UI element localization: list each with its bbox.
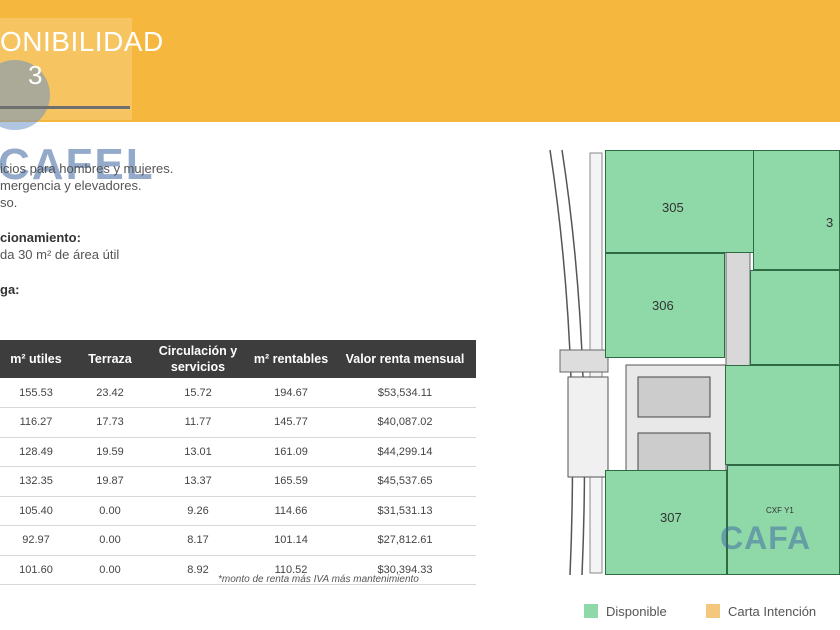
table-cell: 194.67 <box>248 378 334 408</box>
table-row: 92.97 0.00 8.17 101.14 $27,812.61 <box>0 525 476 556</box>
parking-title: cionamiento: <box>0 230 81 245</box>
legend-letter-label: Carta Intención <box>728 604 817 619</box>
stair-core <box>567 376 609 478</box>
unit-east-mid <box>750 270 840 365</box>
legend-letter-swatch <box>706 604 720 618</box>
restroom-men <box>637 376 711 418</box>
cxf-label: CXF Y1 <box>766 506 794 515</box>
table-row: 128.49 19.59 13.01 161.09 $44,299.14 <box>0 437 476 467</box>
table-cell: 0.00 <box>72 525 148 556</box>
feature-line-2: mergencia y elevadores. <box>0 178 142 193</box>
table-cell: 11.77 <box>148 407 248 438</box>
logo-number: 3 <box>28 60 43 90</box>
unit-306-label: 306 <box>652 298 674 313</box>
table-cell: 92.97 <box>0 525 72 556</box>
header-terrace: Terraza <box>72 340 148 378</box>
table-cell: 15.72 <box>148 378 248 408</box>
table-row: 116.27 17.73 11.77 145.77 $40,087.02 <box>0 407 476 438</box>
legend-available: Disponible <box>584 604 667 619</box>
table-cell: 101.60 <box>0 555 72 585</box>
legend-letter-intent: Carta Intención <box>706 604 816 619</box>
table-cell: 114.66 <box>248 496 334 526</box>
table-cell: 116.27 <box>0 407 72 438</box>
header-monthly-rent: Valor renta mensual <box>334 340 476 378</box>
table-cell: 155.53 <box>0 378 72 408</box>
unit-304 <box>753 150 840 270</box>
feature-line-1: icios para hombres y mujeres. <box>0 161 174 176</box>
table-footnote: *monto de renta más IVA más mantenimient… <box>218 574 419 585</box>
table-cell: 101.14 <box>248 525 334 556</box>
unit-east-low <box>725 365 840 465</box>
header-rentable-area: m² rentables <box>248 340 334 378</box>
table-cell: $53,534.11 <box>334 378 476 408</box>
table-row: 132.35 19.87 13.37 165.59 $45,537.65 <box>0 466 476 497</box>
table-cell: $31,531.13 <box>334 496 476 526</box>
table-cell: $40,087.02 <box>334 407 476 438</box>
table-cell: 128.49 <box>0 437 72 467</box>
table-cell: 23.42 <box>72 378 148 408</box>
table-row: 105.40 0.00 9.26 114.66 $31,531.13 <box>0 496 476 526</box>
table-cell: 161.09 <box>248 437 334 467</box>
table-cell: 8.17 <box>148 525 248 556</box>
table-cell: 145.77 <box>248 407 334 438</box>
table-row: 155.53 23.42 15.72 194.67 $53,534.11 <box>0 378 476 408</box>
legend-available-swatch <box>584 604 598 618</box>
unit-304-label: 3 <box>826 215 834 230</box>
table-cell: 0.00 <box>72 555 148 585</box>
floor-plan: 305 306 307 3 CXF Y1 <box>540 145 840 580</box>
table-cell: 0.00 <box>72 496 148 526</box>
header-useful-area: m² utiles <box>0 340 72 378</box>
unit-305-label: 305 <box>662 200 684 215</box>
parking-text: da 30 m² de área útil <box>0 247 120 262</box>
logo-divider <box>0 106 130 109</box>
table-header-row: m² utiles Terraza Circulación y servicio… <box>0 340 476 378</box>
page-title: ONIBILIDAD <box>0 26 164 57</box>
header-circulation: Circulación y servicios <box>148 340 248 378</box>
table-cell: 19.59 <box>72 437 148 467</box>
feature-line-3: so. <box>0 195 18 210</box>
units-table: m² utiles Terraza Circulación y servicio… <box>0 340 476 585</box>
table-cell: $27,812.61 <box>334 525 476 556</box>
table-cell: 19.87 <box>72 466 148 497</box>
restroom-women <box>637 432 711 474</box>
table-cell: 132.35 <box>0 466 72 497</box>
table-cell: 13.37 <box>148 466 248 497</box>
watermark-brand-right: CAFA <box>720 520 812 556</box>
table-cell: 105.40 <box>0 496 72 526</box>
table-cell: $44,299.14 <box>334 437 476 467</box>
table-cell: 17.73 <box>72 407 148 438</box>
legend-available-label: Disponible <box>606 604 667 619</box>
table-cell: 13.01 <box>148 437 248 467</box>
table-cell: $45,537.65 <box>334 466 476 497</box>
stair-block-top <box>559 349 609 373</box>
loading-title: ga: <box>0 282 20 297</box>
table-cell: 165.59 <box>248 466 334 497</box>
table-cell: 9.26 <box>148 496 248 526</box>
unit-307-label: 307 <box>660 510 682 525</box>
